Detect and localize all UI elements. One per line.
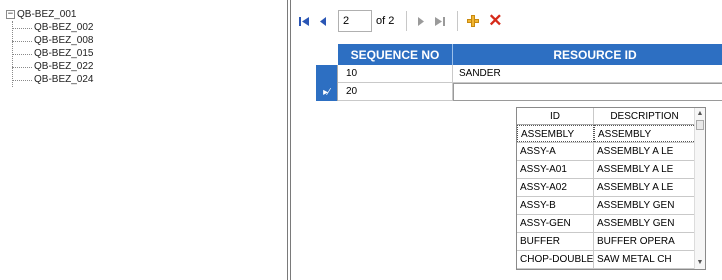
grid-corner	[316, 44, 338, 65]
tree-node[interactable]: QB-BEZ_024	[12, 73, 284, 86]
collapse-toggle-icon[interactable]: −	[6, 10, 15, 19]
cell-sequence-no[interactable]: 10	[338, 65, 453, 83]
dropdown-cell-description[interactable]: ASSEMBLY A LE	[594, 179, 696, 196]
table-row[interactable]: 10 SANDER	[316, 65, 722, 83]
tree-node[interactable]: QB-BEZ_015	[12, 47, 284, 60]
cell-resource-id[interactable]: SANDER	[453, 65, 722, 83]
sequence-grid: SEQUENCE NO RESOURCE ID 10 SANDER ▸∕ 20 …	[316, 44, 722, 101]
dropdown-cell-id[interactable]: CHOP-DOUBLE	[517, 251, 594, 268]
dropdown-column-id: ID	[517, 108, 594, 124]
dropdown-cell-id[interactable]: ASSY-A02	[517, 179, 594, 196]
splitter-line[interactable]	[287, 0, 288, 280]
splitter-line[interactable]	[290, 0, 291, 280]
first-record-icon[interactable]	[296, 11, 312, 31]
dropdown-cell-id[interactable]: ASSY-GEN	[517, 215, 594, 232]
resource-id-combo[interactable]: ▼	[453, 83, 722, 101]
dropdown-cell-id[interactable]: ASSEMBLY	[517, 125, 594, 142]
tree-root-node[interactable]: − QB-BEZ_001	[4, 8, 284, 21]
record-navigator: of 2 ✕	[296, 9, 504, 33]
dropdown-header: ID DESCRIPTION	[517, 108, 705, 125]
column-header-sequence-no[interactable]: SEQUENCE NO	[338, 44, 453, 65]
dropdown-row[interactable]: ASSY-B ASSEMBLY GEN	[517, 197, 705, 215]
dropdown-row[interactable]: BUFFER BUFFER OPERA	[517, 233, 705, 251]
dropdown-cell-id[interactable]: ASSY-A01	[517, 161, 594, 178]
row-edit-indicator-icon[interactable]: ▸∕	[316, 83, 338, 101]
tree-children: QB-BEZ_002 QB-BEZ_008 QB-BEZ_015 QB-BEZ_…	[12, 21, 284, 87]
previous-record-icon[interactable]	[315, 11, 331, 31]
tree-node[interactable]: QB-BEZ_008	[12, 34, 284, 47]
dropdown-row[interactable]: ASSEMBLY ASSEMBLY	[517, 125, 705, 143]
dropdown-cell-id[interactable]: ASSY-A	[517, 143, 594, 160]
dropdown-cell-description[interactable]: ASSEMBLY GEN	[594, 215, 696, 232]
scroll-up-icon[interactable]: ▲	[695, 108, 705, 120]
last-record-icon[interactable]	[432, 11, 448, 31]
column-header-resource-id[interactable]: RESOURCE ID	[453, 44, 722, 65]
resource-tree: − QB-BEZ_001 QB-BEZ_002 QB-BEZ_008 QB-BE…	[4, 8, 284, 280]
dropdown-row[interactable]: ASSY-A ASSEMBLY A LE	[517, 143, 705, 161]
dropdown-row[interactable]: ASSY-GEN ASSEMBLY GEN	[517, 215, 705, 233]
dropdown-scrollbar[interactable]: ▲ ▼	[694, 108, 705, 269]
row-indicator[interactable]	[316, 65, 338, 83]
tree-node[interactable]: QB-BEZ_002	[12, 21, 284, 34]
scroll-down-icon[interactable]: ▼	[695, 257, 705, 269]
dropdown-cell-description[interactable]: ASSEMBLY A LE	[594, 143, 696, 160]
delete-icon[interactable]: ✕	[486, 12, 504, 30]
cell-sequence-no[interactable]: 20	[338, 83, 453, 101]
dropdown-cell-description[interactable]: ASSEMBLY	[594, 125, 696, 142]
dropdown-cell-description[interactable]: ASSEMBLY A LE	[594, 161, 696, 178]
dropdown-row[interactable]: CHOP-DOUBLE SAW METAL CH	[517, 251, 705, 269]
toolbar-separator	[457, 11, 459, 31]
dropdown-column-description: DESCRIPTION	[594, 108, 696, 124]
dropdown-row[interactable]: ASSY-A01 ASSEMBLY A LE	[517, 161, 705, 179]
dropdown-cell-id[interactable]: ASSY-B	[517, 197, 594, 214]
dropdown-cell-description[interactable]: SAW METAL CH	[594, 251, 696, 268]
record-position-input[interactable]	[338, 10, 372, 32]
dropdown-cell-description[interactable]: ASSEMBLY GEN	[594, 197, 696, 214]
scrollbar-thumb[interactable]	[696, 120, 704, 130]
record-count-label: of 2	[376, 15, 395, 27]
dropdown-row[interactable]: ASSY-A02 ASSEMBLY A LE	[517, 179, 705, 197]
resource-dropdown-list[interactable]: ID DESCRIPTION ASSEMBLY ASSEMBLY ASSY-A …	[516, 107, 706, 270]
add-icon[interactable]	[464, 12, 482, 30]
grid-header: SEQUENCE NO RESOURCE ID	[316, 44, 722, 65]
tree-root-label[interactable]: QB-BEZ_001	[17, 9, 76, 20]
dropdown-cell-description[interactable]: BUFFER OPERA	[594, 233, 696, 250]
table-row[interactable]: ▸∕ 20 ▼	[316, 83, 722, 101]
dropdown-cell-id[interactable]: BUFFER	[517, 233, 594, 250]
next-record-icon[interactable]	[413, 11, 429, 31]
tree-node[interactable]: QB-BEZ_022	[12, 60, 284, 73]
toolbar-separator	[406, 11, 408, 31]
